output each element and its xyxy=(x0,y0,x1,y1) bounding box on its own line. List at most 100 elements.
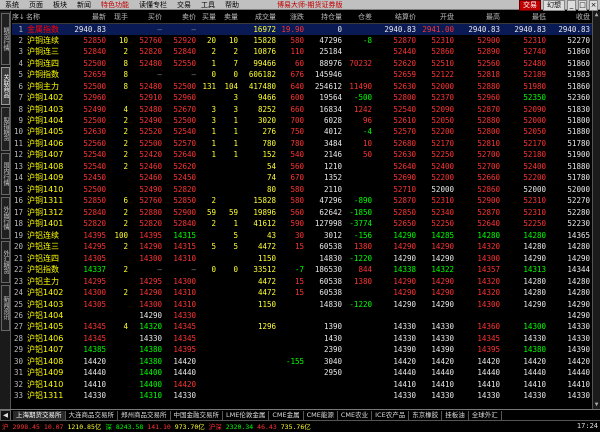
left-tab[interactable]: 期货行情 xyxy=(1,13,10,65)
user-button[interactable]: 幻想 xyxy=(543,0,565,11)
cell-close: 51900 xyxy=(567,150,590,160)
table-row[interactable]: 10 沪铜1405 52630 2 52520 52540 1 1 276 750 4012 -4 52… xyxy=(12,126,592,137)
column-header[interactable]: 买量 xyxy=(198,11,218,24)
close-icon[interactable]: × xyxy=(589,0,598,11)
table-row[interactable]: 29 沪铝1407 14385 14380 14395 2390 14390 14390 143… xyxy=(12,344,592,355)
exchange-tab[interactable]: 挂板油 xyxy=(442,410,469,420)
table-row[interactable]: 33 沪铝1311 14330 14310 14330 14330 14330 14330 14… xyxy=(12,390,592,401)
table-row[interactable]: 13 沪铜1408 52540 2 52460 52620 54 560 1210 52640 52… xyxy=(12,161,592,172)
left-tab[interactable]: 股指期货 xyxy=(1,107,10,151)
column-header[interactable]: 成交量 xyxy=(240,11,278,24)
cell-ask: 14315 xyxy=(173,242,196,252)
table-row[interactable]: 9 沪铜1404 52500 2 52490 52500 3 1 3020 700 6028 96 52… xyxy=(12,115,592,126)
column-header[interactable]: 序↓ xyxy=(12,11,26,24)
exchange-tab[interactable]: CME金属 xyxy=(269,410,304,420)
minimize-icon[interactable]: _ xyxy=(567,0,576,11)
exchange-tab[interactable]: CME能源 xyxy=(304,410,338,420)
column-header[interactable]: 开盘 xyxy=(418,11,456,24)
menu-item[interactable]: 页面 xyxy=(24,0,48,10)
table-row[interactable]: 31 沪铝1409 14440 14400 14440 2950 14440 14440 144… xyxy=(12,367,592,378)
tab-scroll-left-icon[interactable]: ◀ xyxy=(0,410,11,420)
trade-button[interactable]: 交易 xyxy=(519,0,541,11)
cell-oi: 14830 xyxy=(319,299,342,309)
exchange-tab[interactable]: 大连商品交易所 xyxy=(66,410,118,420)
exchange-tab[interactable]: ICE农产品 xyxy=(372,410,410,420)
menu-item[interactable]: 新闻 xyxy=(72,0,96,10)
table-row[interactable]: 4 沪铜连四 52500 8 52480 52550 1 7 99466 60 88976 70232… xyxy=(12,57,592,68)
cell-oi: 1390 xyxy=(323,322,342,332)
vertical-scrollbar[interactable]: ▲ ▼ xyxy=(592,11,600,409)
table-row[interactable]: 27 沪铝1405 14345 4 14320 14345 1296 1390 14330 143… xyxy=(12,321,592,332)
table-row[interactable]: 32 沪铝1410 14410 14400 14420 14410 14410 14410 14… xyxy=(12,379,592,390)
cell-total xyxy=(240,390,278,401)
menu-item[interactable]: 系统 xyxy=(0,0,24,10)
menu-item[interactable]: 读懂专栏 xyxy=(134,0,172,10)
table-row[interactable]: 8 沪铜1403 52490 4 52480 52670 3 3 8252 660 16834 124… xyxy=(12,103,592,114)
exchange-tab[interactable]: CME农业 xyxy=(338,410,373,420)
table-row[interactable]: 1 金属指数 2940.83— —16972 19.90 0 2940.83 2941.00 2… xyxy=(12,23,592,35)
table-row[interactable]: 17 沪铜1312 52840 2 52880 52900 59 59 19896 560 6264… xyxy=(12,207,592,218)
table-row[interactable]: 2 沪铜连续 52850 10 52760 52920 20 10 15828 580 47296 -… xyxy=(12,35,592,46)
column-header[interactable]: 收盘 xyxy=(548,11,592,24)
scroll-down-icon[interactable]: ▼ xyxy=(593,401,600,409)
column-header[interactable]: 结算价 xyxy=(374,11,418,24)
exchange-tab[interactable]: 中国金融交易所 xyxy=(171,410,223,420)
menu-item[interactable]: 特色功能 xyxy=(96,0,134,10)
exchange-tab[interactable]: 郑州商品交易所 xyxy=(118,410,171,420)
table-row[interactable]: 22 沪铝指数 14337 2 — — 0 0 33512 -7 186530 844 14338 143… xyxy=(12,264,592,275)
column-header[interactable]: 现手 xyxy=(108,11,130,24)
cell-low: 14410 xyxy=(523,379,546,389)
column-header[interactable]: 名称 xyxy=(26,11,74,24)
cell-chg: 750 xyxy=(290,127,304,137)
exchange-tab[interactable]: LME伦敦金属 xyxy=(223,410,270,420)
table-row[interactable]: 11 沪铜1406 52560 2 52500 52570 1 1 780 780 3484 10 52… xyxy=(12,138,592,149)
table-row[interactable]: 15 沪铜1410 52500 52490 52820 80 580 2110 52710 520… xyxy=(12,184,592,195)
table-row[interactable]: 24 沪铝1402 14300 2 14290 14310 4472 15 60538 14290… xyxy=(12,287,592,298)
menu-item[interactable]: 工具 xyxy=(196,0,220,10)
menu-item[interactable]: 交易 xyxy=(172,0,196,10)
table-row[interactable]: 25 沪铝1403 14305 14300 14310 1150 14830 -1220 142… xyxy=(12,298,592,309)
table-row[interactable]: 20 沪铝连三 14295 2 14290 14315 5 5 4472 15 60538 1380 1… xyxy=(12,241,592,252)
cell-close: 14330 xyxy=(567,333,590,343)
column-header[interactable]: 最低 xyxy=(502,11,548,24)
menu-item[interactable]: 板块 xyxy=(48,0,72,10)
table-row[interactable]: 30 沪铝1408 14420 14380 14420 -155 3040 14420 1442… xyxy=(12,356,592,367)
table-row[interactable]: 21 沪铝连四 14305 14300 14310 1150 14830 -1220 14290… xyxy=(12,252,592,263)
maximize-icon[interactable]: □ xyxy=(578,0,587,11)
table-row[interactable]: 18 沪铜1401 52820 2 52820 52840 2 1 41612 590 127998… xyxy=(12,218,592,229)
exchange-tab[interactable]: 全球外汇 xyxy=(469,410,502,420)
table-row[interactable]: 16 沪铜1311 52850 6 52760 52850 2 15828 580 47296 -8… xyxy=(12,195,592,206)
exchange-tab[interactable]: 东京橡胶 xyxy=(409,410,443,420)
column-header[interactable]: 持仓量 xyxy=(306,11,344,24)
table-row[interactable]: 26 沪铝1404 14290 14330 14290 xyxy=(12,310,592,321)
left-tab[interactable]: 关联商品 xyxy=(1,67,10,105)
left-tab[interactable]: 新闻资讯 xyxy=(1,285,10,331)
cell-bid: 14290 xyxy=(139,310,162,320)
cell-ask: 52670 xyxy=(173,104,196,114)
table-row[interactable]: 7 沪铜1402 52960 52910 52960 3 9466 600 19564 -500 5… xyxy=(12,92,592,103)
table-row[interactable]: 5 沪铜指数 52659 8 — — 0 0 606182 676 145946 52659 52122… xyxy=(12,69,592,80)
cell-askq: 3 xyxy=(233,93,238,103)
column-header[interactable]: 涨跌 xyxy=(278,11,306,24)
scroll-up-icon[interactable]: ▲ xyxy=(593,11,600,19)
table-row[interactable]: 23 沪铝主力 14295 14295 14300 4472 15 60538 1380 1429… xyxy=(12,275,592,286)
table-row[interactable]: 6 沪铜主力 52500 8 52480 52500 131 104 417480 640 2546… xyxy=(12,80,592,91)
table-row[interactable]: 12 沪铜1407 52540 2 52420 52640 1 1 152 540 2146 50 52… xyxy=(12,149,592,160)
column-header[interactable]: 最高 xyxy=(456,11,502,24)
table-row[interactable]: 14 沪铜1409 52450 52460 52450 74 670 1352 52690 522… xyxy=(12,172,592,183)
cell-idx: 28 xyxy=(13,333,23,343)
menu-item[interactable]: 帮助 xyxy=(220,0,244,10)
table-row[interactable]: 3 沪铜连三 52840 2 52820 52840 2 2 10876 110 25184 5244… xyxy=(12,46,592,57)
left-tab[interactable]: 外盘行情 xyxy=(1,197,10,239)
table-row[interactable]: 28 沪铝1406 14345 14330 14345 1430 14330 14330 143… xyxy=(12,333,592,344)
left-tab[interactable]: 外汇期货 xyxy=(1,241,10,283)
cell-vol xyxy=(108,379,130,390)
left-tab[interactable]: 国内行情 xyxy=(1,153,10,195)
table-row[interactable]: 19 沪铝连续 14395 100 14395 14315 5 43 30 3012 -156 142… xyxy=(12,229,592,240)
exchange-tab[interactable]: 上海期货交易所 xyxy=(13,410,66,420)
column-header[interactable]: 最新 xyxy=(74,11,108,24)
column-header[interactable]: 卖量 xyxy=(218,11,240,24)
column-header[interactable]: 仓差 xyxy=(344,11,374,24)
column-header[interactable]: 卖价 xyxy=(164,11,198,24)
column-header[interactable]: 买价 xyxy=(130,11,164,24)
